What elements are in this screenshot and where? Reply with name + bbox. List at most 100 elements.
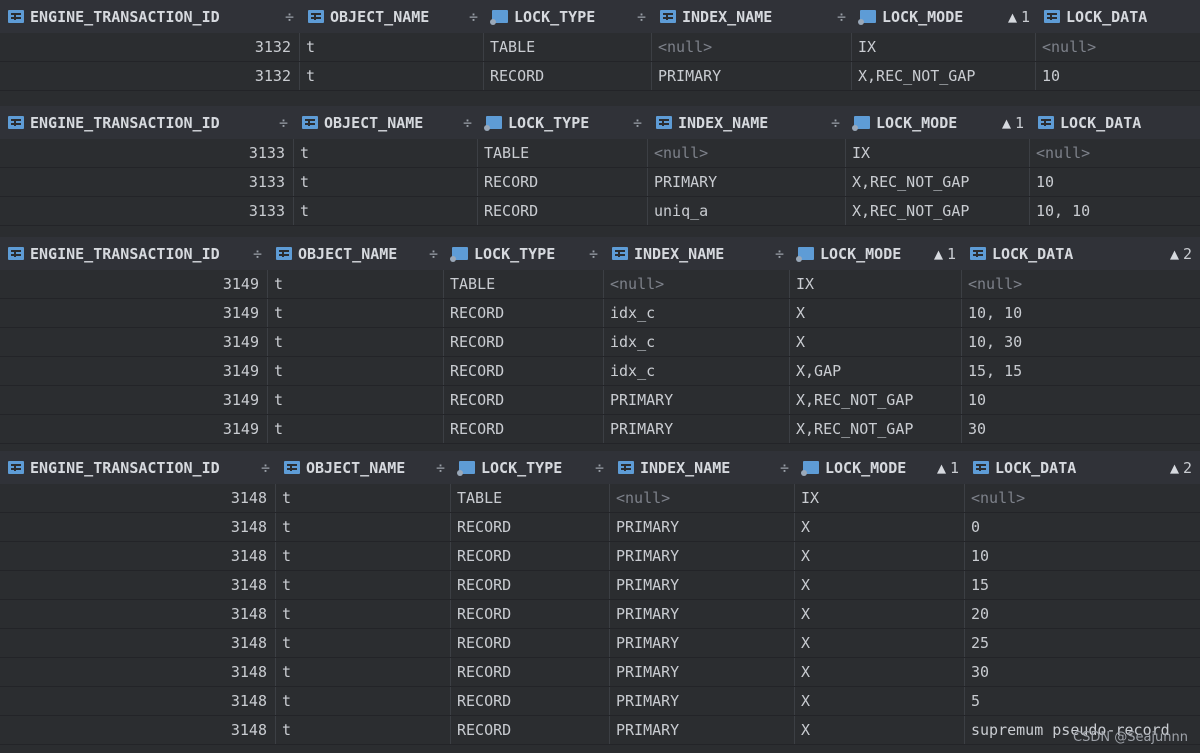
cell-lock-type[interactable]: TABLE [451, 484, 610, 512]
cell-engine-transaction-id[interactable]: 3148 [0, 716, 276, 744]
cell-object-name[interactable]: t [268, 328, 444, 356]
cell-object-name[interactable]: t [268, 386, 444, 414]
column-header-index-name[interactable]: INDEX_NAME ÷ [604, 237, 790, 270]
cell-lock-mode[interactable]: X [795, 687, 965, 715]
sort-toggle-icon[interactable]: ÷ [432, 459, 445, 477]
cell-index-name[interactable]: <null> [610, 484, 795, 512]
cell-object-name[interactable]: t [268, 357, 444, 385]
cell-engine-transaction-id[interactable]: 3148 [0, 600, 276, 628]
cell-lock-mode[interactable]: X [790, 299, 962, 327]
sort-toggle-icon[interactable]: ÷ [633, 8, 646, 26]
cell-index-name[interactable]: PRIMARY [610, 658, 795, 686]
cell-lock-mode[interactable]: X [795, 629, 965, 657]
cell-engine-transaction-id[interactable]: 3133 [0, 168, 294, 196]
sort-toggle-icon[interactable]: ÷ [591, 459, 604, 477]
sort-toggle-icon[interactable]: ÷ [827, 114, 840, 132]
table-row[interactable]: 3149 t RECORD PRIMARY X,REC_NOT_GAP 10 [0, 386, 1200, 415]
sort-toggle-icon[interactable]: ÷ [776, 459, 789, 477]
cell-engine-transaction-id[interactable]: 3148 [0, 629, 276, 657]
cell-index-name[interactable]: PRIMARY [648, 168, 846, 196]
cell-lock-type[interactable]: RECORD [444, 328, 604, 356]
cell-lock-data[interactable]: 25 [965, 629, 1200, 657]
cell-index-name[interactable]: idx_c [604, 328, 790, 356]
cell-engine-transaction-id[interactable]: 3149 [0, 415, 268, 443]
column-header-lock-data[interactable]: LOCK_DATA ▲ 2 [962, 237, 1200, 270]
cell-object-name[interactable]: t [300, 33, 484, 61]
cell-lock-data[interactable]: 20 [965, 600, 1200, 628]
column-header-object-name[interactable]: OBJECT_NAME ÷ [300, 0, 484, 33]
table-row[interactable]: 3133 t TABLE <null> IX <null> [0, 139, 1200, 168]
column-header-lock-mode[interactable]: LOCK_MODE ▲ 1 [846, 106, 1030, 139]
cell-engine-transaction-id[interactable]: 3149 [0, 357, 268, 385]
cell-engine-transaction-id[interactable]: 3149 [0, 270, 268, 298]
cell-engine-transaction-id[interactable]: 3149 [0, 299, 268, 327]
cell-engine-transaction-id[interactable]: 3148 [0, 513, 276, 541]
cell-lock-mode[interactable]: X [795, 600, 965, 628]
cell-engine-transaction-id[interactable]: 3132 [0, 62, 300, 90]
cell-lock-type[interactable]: RECORD [451, 658, 610, 686]
cell-object-name[interactable]: t [276, 571, 451, 599]
cell-lock-data[interactable]: <null> [962, 270, 1200, 298]
cell-object-name[interactable]: t [276, 629, 451, 657]
cell-index-name[interactable]: PRIMARY [610, 542, 795, 570]
cell-lock-data[interactable]: 5 [965, 687, 1200, 715]
cell-index-name[interactable]: PRIMARY [610, 600, 795, 628]
sort-indicator-lock-data[interactable]: ▲ 2 [1170, 459, 1194, 477]
column-header-lock-mode[interactable]: LOCK_MODE ▲ 1 [790, 237, 962, 270]
cell-lock-mode[interactable]: X,REC_NOT_GAP [846, 168, 1030, 196]
cell-object-name[interactable]: t [294, 197, 478, 225]
table-row[interactable]: 3133 t RECORD PRIMARY X,REC_NOT_GAP 10 [0, 168, 1200, 197]
cell-index-name[interactable]: PRIMARY [610, 687, 795, 715]
sort-toggle-icon[interactable]: ÷ [425, 245, 438, 263]
cell-index-name[interactable]: <null> [648, 139, 846, 167]
cell-lock-data[interactable]: 10, 10 [1030, 197, 1200, 225]
cell-lock-data[interactable]: 30 [962, 415, 1200, 443]
table-row[interactable]: 3149 t TABLE <null> IX <null> [0, 270, 1200, 299]
cell-lock-data[interactable]: 10 [962, 386, 1200, 414]
cell-lock-type[interactable]: RECORD [451, 513, 610, 541]
cell-lock-mode[interactable]: X,REC_NOT_GAP [846, 197, 1030, 225]
table-row[interactable]: 3148 t RECORD PRIMARY X 0 [0, 513, 1200, 542]
cell-lock-type[interactable]: RECORD [451, 571, 610, 599]
cell-index-name[interactable]: PRIMARY [604, 415, 790, 443]
cell-lock-type[interactable]: RECORD [444, 386, 604, 414]
cell-lock-type[interactable]: RECORD [451, 542, 610, 570]
cell-lock-type[interactable]: RECORD [451, 716, 610, 744]
cell-object-name[interactable]: t [276, 658, 451, 686]
cell-lock-data[interactable]: 10 [965, 542, 1200, 570]
table-row[interactable]: 3148 t RECORD PRIMARY X 10 [0, 542, 1200, 571]
cell-lock-mode[interactable]: X [795, 658, 965, 686]
cell-object-name[interactable]: t [300, 62, 484, 90]
table-row[interactable]: 3133 t RECORD uniq_a X,REC_NOT_GAP 10, 10 [0, 197, 1200, 226]
cell-lock-data[interactable]: 0 [965, 513, 1200, 541]
column-header-lock-mode[interactable]: LOCK_MODE ▲ 1 [795, 451, 965, 484]
column-header-lock-type[interactable]: LOCK_TYPE ÷ [444, 237, 604, 270]
table-row[interactable]: 3148 t TABLE <null> IX <null> [0, 484, 1200, 513]
cell-lock-mode[interactable]: IX [846, 139, 1030, 167]
cell-engine-transaction-id[interactable]: 3148 [0, 658, 276, 686]
table-row[interactable]: 3148 t RECORD PRIMARY X 25 [0, 629, 1200, 658]
sort-toggle-icon[interactable]: ÷ [465, 8, 478, 26]
cell-lock-data[interactable]: 10 [1036, 62, 1200, 90]
sort-indicator-lock-data[interactable]: ▲ 2 [1170, 245, 1194, 263]
cell-lock-mode[interactable]: X [795, 571, 965, 599]
cell-engine-transaction-id[interactable]: 3149 [0, 386, 268, 414]
sort-indicator-lock-mode[interactable]: ▲ 1 [937, 459, 959, 477]
sort-toggle-icon[interactable]: ÷ [249, 245, 262, 263]
cell-engine-transaction-id[interactable]: 3148 [0, 484, 276, 512]
cell-lock-data[interactable]: 15, 15 [962, 357, 1200, 385]
cell-engine-transaction-id[interactable]: 3148 [0, 687, 276, 715]
table-row[interactable]: 3149 t RECORD PRIMARY X,REC_NOT_GAP 30 [0, 415, 1200, 444]
column-header-index-name[interactable]: INDEX_NAME ÷ [610, 451, 795, 484]
cell-object-name[interactable]: t [268, 270, 444, 298]
table-row[interactable]: 3148 t RECORD PRIMARY Xsupremum pseudo-recor… [0, 716, 1200, 745]
table-row[interactable]: 3132 t TABLE <null> IX <null> [0, 33, 1200, 62]
cell-index-name[interactable]: PRIMARY [604, 386, 790, 414]
column-header-engine-transaction-id[interactable]: ENGINE_TRANSACTION_ID ÷ [0, 451, 276, 484]
sort-indicator-lock-mode[interactable]: ▲ 1 [1002, 114, 1024, 132]
cell-lock-mode[interactable]: X [795, 542, 965, 570]
cell-engine-transaction-id[interactable]: 3132 [0, 33, 300, 61]
column-header-lock-type[interactable]: LOCK_TYPE ÷ [484, 0, 652, 33]
cell-object-name[interactable]: t [268, 299, 444, 327]
cell-object-name[interactable]: t [276, 542, 451, 570]
